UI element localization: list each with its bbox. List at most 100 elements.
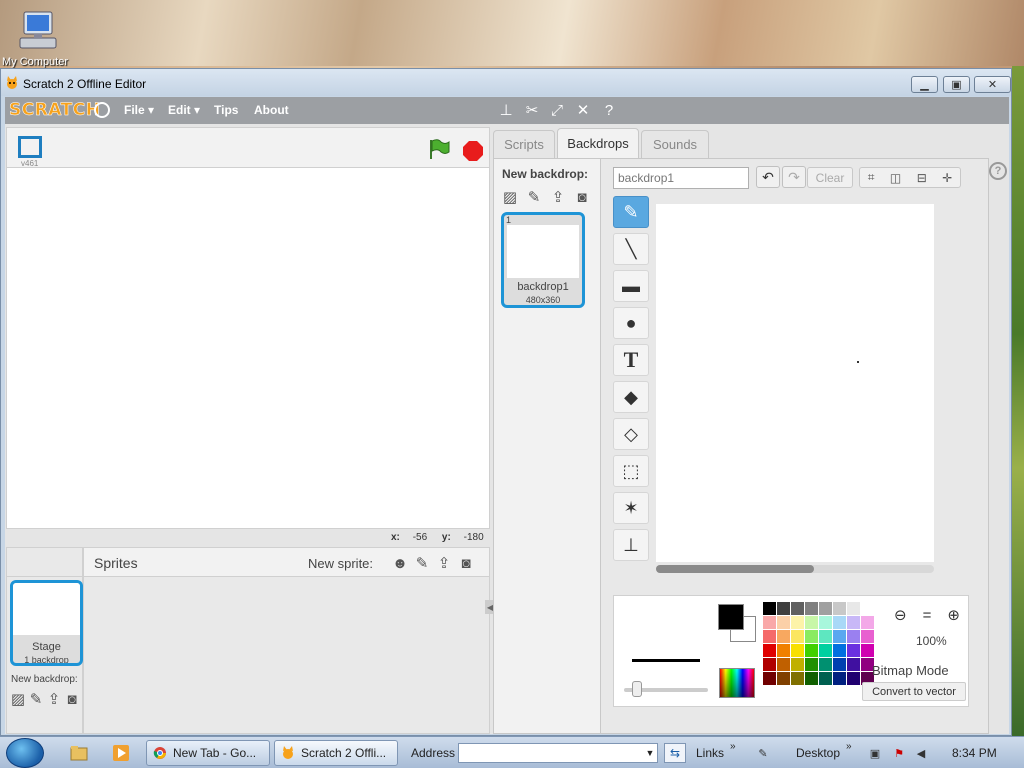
- palette-swatch[interactable]: [833, 630, 846, 643]
- my-computer-icon[interactable]: [18, 10, 58, 52]
- rectangle-tool[interactable]: ▬: [613, 270, 649, 302]
- menu-edit[interactable]: Edit ▾: [168, 103, 200, 117]
- palette-swatch[interactable]: [763, 602, 776, 615]
- close-button[interactable]: ✕: [974, 76, 1011, 93]
- language-globe-icon[interactable]: [94, 102, 110, 118]
- backdrop-name-input[interactable]: [613, 167, 749, 189]
- palette-swatch[interactable]: [819, 658, 832, 671]
- shrink-icon[interactable]: ✕: [574, 101, 592, 119]
- fill-tool[interactable]: ◆: [613, 381, 649, 413]
- palette-swatch[interactable]: [861, 616, 874, 629]
- color-picker-swatch[interactable]: [719, 668, 755, 698]
- fullscreen-icon[interactable]: [18, 136, 42, 158]
- palette-swatch[interactable]: [805, 658, 818, 671]
- help-icon[interactable]: ?: [989, 162, 1007, 180]
- palette-swatch[interactable]: [805, 672, 818, 685]
- palette-swatch[interactable]: [847, 630, 860, 643]
- tab-backdrops[interactable]: Backdrops: [557, 128, 639, 158]
- links-toolbar-label[interactable]: Links: [696, 746, 724, 760]
- palette-swatch[interactable]: [777, 630, 790, 643]
- palette-swatch[interactable]: [763, 672, 776, 685]
- stamp-tool[interactable]: ⊥: [613, 529, 649, 561]
- tab-sounds[interactable]: Sounds: [641, 130, 709, 158]
- paint-new-backdrop-icon[interactable]: ✎: [524, 187, 544, 207]
- desktop-toolbar-label[interactable]: Desktop: [796, 746, 840, 760]
- palette-swatch[interactable]: [791, 630, 804, 643]
- tab-scripts[interactable]: Scripts: [493, 130, 555, 158]
- cut-scissors-icon[interactable]: ✂: [523, 101, 541, 119]
- paint-canvas[interactable]: [656, 204, 934, 562]
- palette-swatch[interactable]: [861, 602, 874, 615]
- notepad-icon[interactable]: ✎: [756, 746, 770, 760]
- stage-thumbnail[interactable]: Stage 1 backdrop: [10, 580, 83, 666]
- palette-swatch[interactable]: [847, 602, 860, 615]
- backdrop-library-icon[interactable]: ▨: [500, 187, 520, 207]
- flip-vertical-icon[interactable]: ⊟: [917, 171, 927, 185]
- menu-about[interactable]: About: [254, 103, 289, 117]
- zoom-out-icon[interactable]: ⊖: [894, 606, 907, 624]
- eraser-tool[interactable]: ◇: [613, 418, 649, 450]
- upload-backdrop-file-icon[interactable]: ⇪: [548, 187, 568, 207]
- address-dropdown-icon[interactable]: ▼: [642, 744, 658, 762]
- palette-swatch[interactable]: [805, 630, 818, 643]
- stop-sign-icon[interactable]: [462, 140, 484, 162]
- palette-swatch[interactable]: [777, 658, 790, 671]
- set-costume-center-icon[interactable]: ✛: [942, 171, 952, 185]
- desktop-chevron-icon[interactable]: »: [846, 741, 852, 752]
- paint-sprite-icon[interactable]: ✎: [412, 553, 432, 573]
- zoom-in-icon[interactable]: ⊕: [947, 606, 960, 624]
- palette-swatch[interactable]: [847, 616, 860, 629]
- camera-backdrop-icon[interactable]: ◙: [63, 689, 81, 709]
- duplicate-stamp-icon[interactable]: ⊥: [497, 101, 515, 119]
- palette-swatch[interactable]: [861, 630, 874, 643]
- minimize-button[interactable]: ▁: [911, 76, 938, 93]
- palette-swatch[interactable]: [777, 644, 790, 657]
- palette-swatch[interactable]: [805, 602, 818, 615]
- backdrop-thumbnail[interactable]: 1 backdrop1 480x360: [501, 212, 585, 308]
- explorer-folder-icon[interactable]: [70, 744, 88, 762]
- backdrop-library-icon[interactable]: ▨: [9, 689, 27, 709]
- clock[interactable]: 8:34 PM: [952, 746, 997, 760]
- palette-swatch[interactable]: [847, 644, 860, 657]
- menu-file[interactable]: File ▾: [124, 103, 154, 117]
- scrollbar-thumb[interactable]: [656, 565, 814, 573]
- palette-swatch[interactable]: [819, 630, 832, 643]
- palette-swatch[interactable]: [847, 672, 860, 685]
- green-flag-icon[interactable]: [428, 138, 450, 160]
- text-tool[interactable]: T: [613, 344, 649, 376]
- palette-swatch[interactable]: [791, 672, 804, 685]
- palette-swatch[interactable]: [847, 658, 860, 671]
- palette-swatch[interactable]: [777, 602, 790, 615]
- upload-sprite-icon[interactable]: ⇪: [434, 553, 454, 573]
- flip-horizontal-icon[interactable]: ◫: [890, 171, 901, 185]
- palette-swatch[interactable]: [777, 616, 790, 629]
- palette-swatch[interactable]: [861, 644, 874, 657]
- palette-swatch[interactable]: [763, 644, 776, 657]
- maximize-button[interactable]: ▣: [943, 76, 970, 93]
- palette-swatch[interactable]: [805, 616, 818, 629]
- address-go-button[interactable]: ⇆: [664, 743, 686, 763]
- palette-swatch[interactable]: [791, 658, 804, 671]
- zoom-reset-icon[interactable]: =: [923, 607, 932, 624]
- undo-button[interactable]: ↶: [756, 166, 780, 188]
- palette-swatch[interactable]: [791, 644, 804, 657]
- scratch-logo[interactable]: SCRATCH: [9, 100, 100, 121]
- primary-color-swatch[interactable]: [718, 604, 744, 630]
- redo-button[interactable]: ↷: [782, 166, 806, 188]
- palette-swatch[interactable]: [833, 658, 846, 671]
- help-block-icon[interactable]: ?: [600, 101, 618, 119]
- task-scratch[interactable]: Scratch 2 Offli...: [274, 740, 398, 766]
- line-tool[interactable]: ╲: [613, 233, 649, 265]
- brush-width-slider-knob[interactable]: [632, 681, 642, 697]
- palette-swatch[interactable]: [819, 616, 832, 629]
- brush-tool[interactable]: ✎: [613, 196, 649, 228]
- sprite-library-icon[interactable]: ☻: [390, 553, 410, 573]
- select-tool[interactable]: ⬚: [613, 455, 649, 487]
- menu-tips[interactable]: Tips: [214, 103, 238, 117]
- camera-sprite-icon[interactable]: ◙: [456, 553, 476, 573]
- network-tray-icon[interactable]: ▣: [868, 746, 882, 760]
- palette-swatch[interactable]: [805, 644, 818, 657]
- palette-swatch[interactable]: [777, 672, 790, 685]
- title-bar[interactable]: Scratch 2 Offline Editor ▁ ▣ ✕: [1, 69, 1011, 96]
- palette-swatch[interactable]: [819, 672, 832, 685]
